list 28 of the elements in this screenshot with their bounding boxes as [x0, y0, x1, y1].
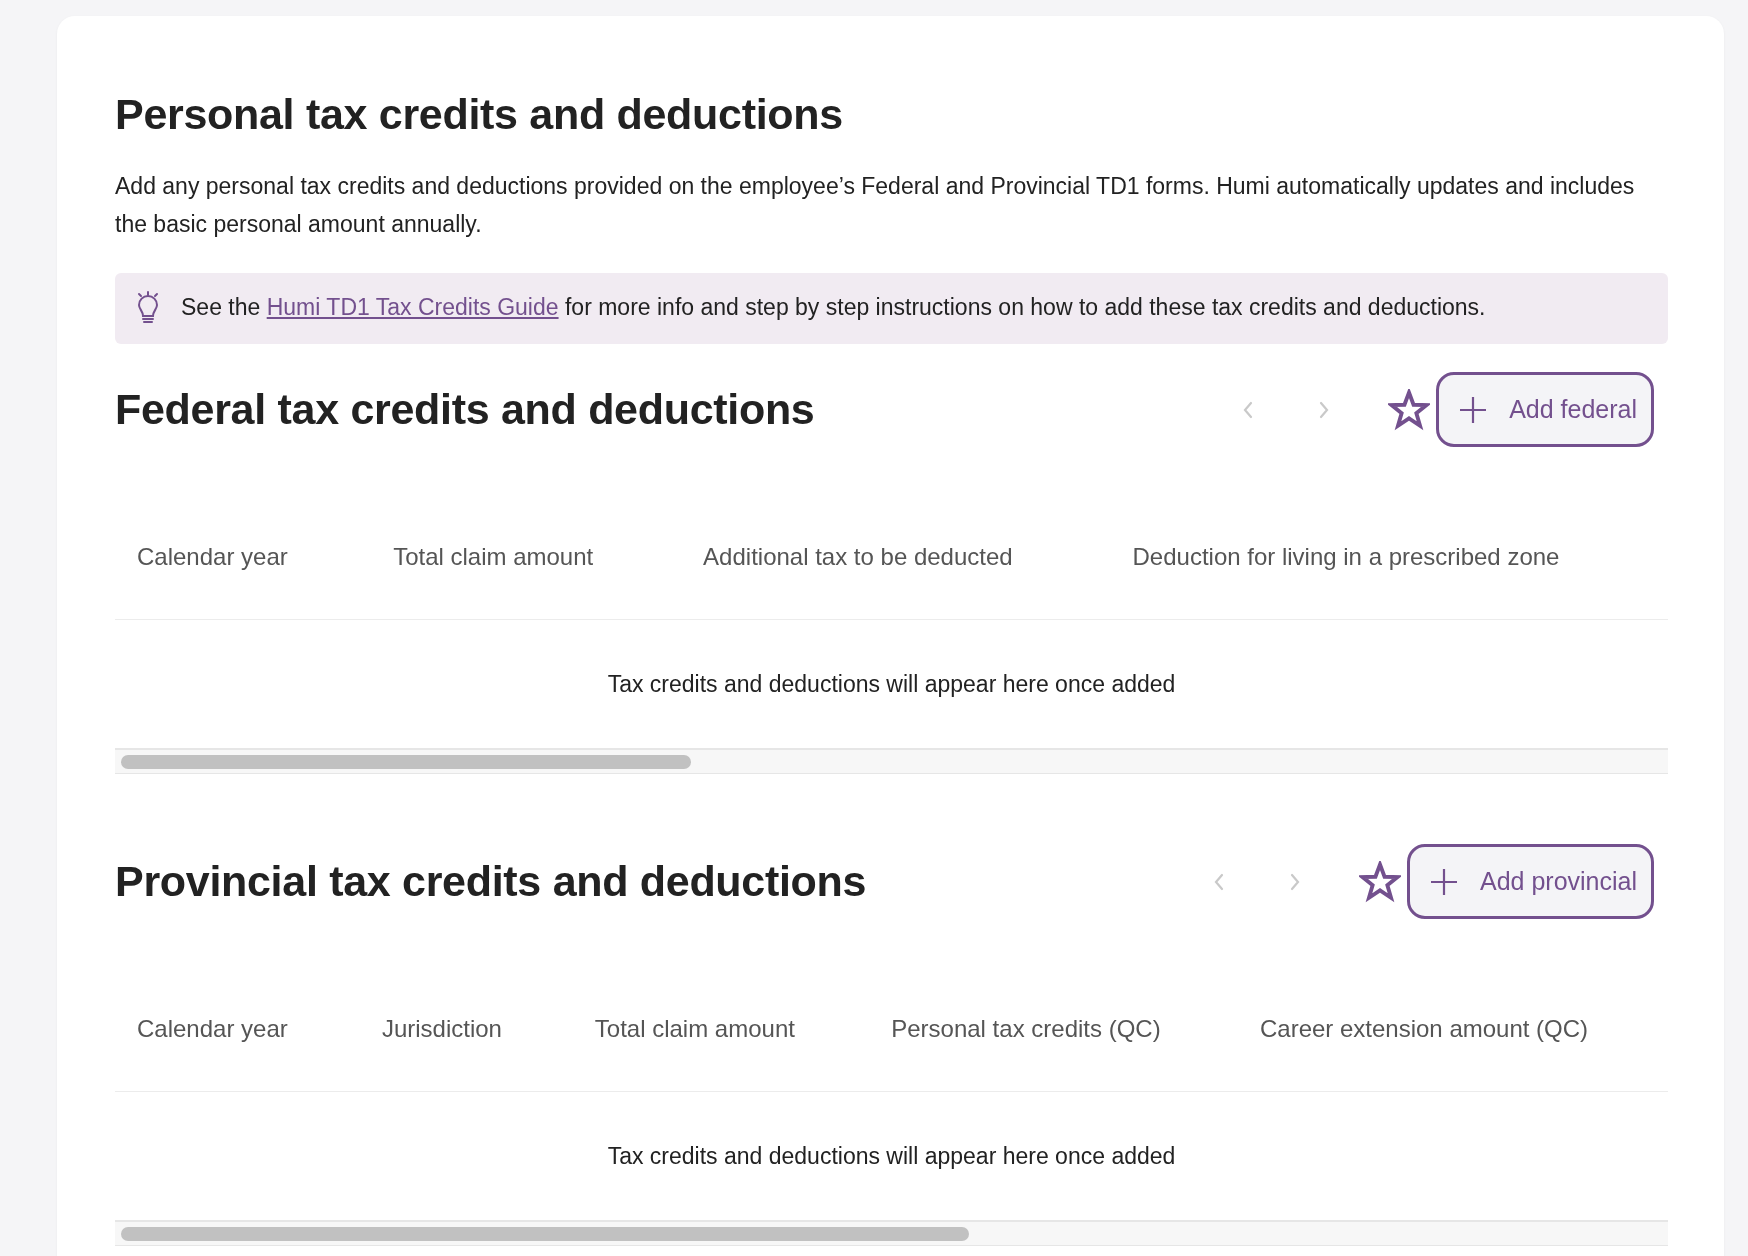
column-header: Total claim amount	[371, 497, 682, 620]
column-header: Total claim amount	[572, 969, 870, 1092]
chevron-right-icon	[1288, 872, 1301, 891]
guide-link[interactable]: Humi TD1 Tax Credits Guide	[266, 294, 559, 320]
scrollbar-thumb[interactable]	[121, 1227, 969, 1241]
column-header: Personal tax credits (QC)	[869, 969, 1238, 1092]
add-button[interactable]: Add federal	[1436, 372, 1654, 447]
scrollbar-thumb[interactable]	[121, 755, 692, 769]
tip-text: See the Humi TD1 Tax Credits Guide for more info and step by step instructions on how to add these tax credits and deductions.	[181, 293, 1486, 322]
column-header: Calendar year	[115, 497, 372, 620]
lightbulb-icon	[135, 291, 161, 325]
chevron-right-icon	[1318, 400, 1331, 419]
page-title: Personal tax credits and deductions	[115, 90, 844, 139]
section-title: Provincial tax credits and deductions	[115, 857, 867, 906]
intro-text: Add any personal tax credits and deductions provided on the employee’s Federal and Provincial TD1 forms. Humi automatically updates and includes the basic personal amount annually.	[115, 172, 1636, 239]
add-button[interactable]: Add provincial	[1406, 844, 1654, 919]
chevron-left-icon	[1242, 400, 1255, 419]
plus-icon	[1429, 867, 1458, 896]
column-header: Calendar year	[115, 969, 360, 1092]
section-title: Federal tax credits and deductions	[115, 385, 815, 434]
plus-icon	[1459, 395, 1488, 424]
column-header: Career extension amount (QC)	[1237, 969, 1668, 1092]
column-header: Jurisdiction	[359, 969, 573, 1092]
column-header: Additional tax to be deducted	[681, 497, 1111, 620]
column-header: Deduction for living in a prescribed zone	[1110, 497, 1668, 620]
star-icon	[1358, 860, 1401, 903]
chevron-left-icon	[1212, 872, 1225, 891]
star-icon	[1388, 388, 1431, 431]
